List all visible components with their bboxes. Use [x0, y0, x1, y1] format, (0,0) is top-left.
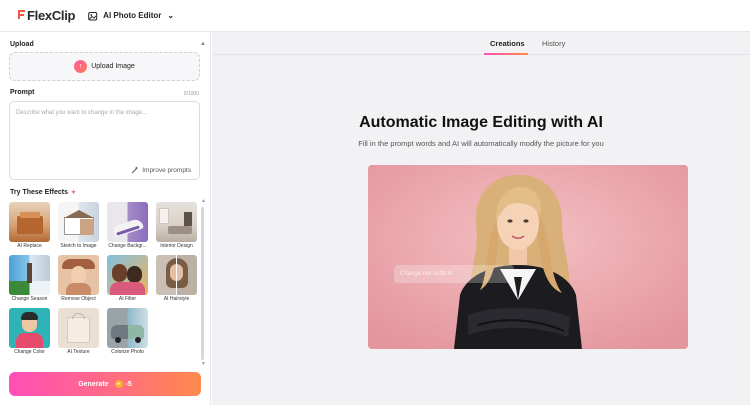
sparkle-icon: ✦	[70, 190, 76, 196]
effects-scrollbar[interactable]	[201, 207, 204, 360]
top-bar: FlexClip AI Photo Editor ⌄	[0, 0, 750, 32]
sample-preview-image: Change her outfit to	[368, 165, 688, 349]
effects-section-title: Try These Effects ✦	[10, 189, 76, 196]
effect-colorize-photo[interactable]: Colorize Photo	[107, 308, 148, 355]
effect-thumbnail	[107, 202, 148, 242]
effect-sketch-to-image[interactable]: Sketch to Image	[58, 202, 99, 249]
effect-change-season[interactable]: Change Season	[9, 255, 50, 302]
effects-title-text: Try These Effects	[10, 189, 68, 196]
left-panel: Upload ▲ ↑ Upload Image Prompt 0/1000 De…	[0, 32, 211, 405]
chevron-down-icon: ⌄	[167, 11, 175, 20]
prompt-placeholder: Describe what you want to change in the …	[16, 110, 148, 116]
scroll-up-arrow-icon[interactable]: ▲	[201, 198, 206, 204]
magic-wand-icon	[131, 166, 139, 174]
effect-label: Change Season	[11, 296, 48, 302]
effect-thumbnail	[58, 255, 99, 295]
improve-prompts-button[interactable]: Improve prompts	[131, 166, 191, 174]
page-subheadline: Fill in the prompt words and AI will aut…	[358, 139, 604, 148]
effect-thumbnail	[58, 308, 99, 348]
brand-name: FlexClip	[27, 8, 76, 23]
effect-label: Interior Design	[160, 243, 193, 249]
upload-image-label: Upload Image	[91, 63, 135, 70]
effect-thumbnail	[9, 255, 50, 295]
prompt-overlay-pill: Change her outfit to	[394, 265, 514, 283]
effect-ai-texture[interactable]: AI Texture	[58, 308, 99, 355]
effect-thumbnail	[107, 308, 148, 348]
logo-mark-icon	[17, 8, 26, 23]
generate-cost: -5	[125, 380, 132, 388]
effect-label: AI Hairstyle	[163, 296, 190, 302]
effect-ai-filter[interactable]: AI Filter	[107, 255, 148, 302]
tab-history[interactable]: History	[542, 39, 565, 48]
effect-thumbnail	[156, 255, 197, 295]
page-headline: Automatic Image Editing with AI	[359, 114, 603, 131]
prompt-char-counter: 0/1000	[183, 91, 199, 97]
effect-label: Change Backgr...	[108, 243, 147, 249]
credit-coin-icon: ●	[114, 380, 123, 388]
effect-label: Colorize Photo	[111, 349, 144, 355]
scroll-down-arrow-icon[interactable]: ▼	[201, 361, 206, 367]
effect-label: Change Color	[14, 349, 45, 355]
effect-label: AI Replace	[17, 243, 42, 249]
effect-ai-hairstyle[interactable]: AI Hairstyle	[156, 255, 197, 302]
effect-thumbnail	[58, 202, 99, 242]
improve-prompts-label: Improve prompts	[142, 166, 191, 174]
effect-label: Sketch to Image	[60, 243, 97, 249]
effect-label: AI Texture	[67, 349, 90, 355]
generate-button[interactable]: Generate ● -5	[9, 372, 201, 396]
effect-thumbnail	[9, 308, 50, 348]
effect-label: AI Filter	[118, 296, 137, 302]
portrait-illustration	[368, 165, 688, 349]
prompt-textarea[interactable]: Describe what you want to change in the …	[9, 101, 200, 180]
effect-interior-design[interactable]: Interior Design	[156, 202, 197, 249]
effect-remove-object[interactable]: Remove Object	[58, 255, 99, 302]
main-tabs: Creations History	[212, 32, 750, 55]
tool-name: AI Photo Editor	[103, 11, 162, 20]
effect-ai-replace[interactable]: AI Replace	[9, 202, 50, 249]
flexclip-logo[interactable]: FlexClip	[17, 8, 75, 23]
upload-image-button[interactable]: ↑ Upload Image	[9, 52, 200, 81]
upload-icon: ↑	[74, 60, 88, 73]
tab-creations[interactable]: Creations	[490, 39, 525, 48]
effect-change-background[interactable]: Change Backgr...	[107, 202, 148, 249]
active-tab-indicator	[484, 53, 528, 55]
effect-thumbnail	[9, 202, 50, 242]
generate-label: Generate	[78, 380, 109, 388]
tool-switcher[interactable]: AI Photo Editor ⌄	[88, 11, 174, 21]
effect-change-color[interactable]: Change Color	[9, 308, 50, 355]
effect-thumbnail	[107, 255, 148, 295]
caret-up-icon[interactable]: ▲	[200, 41, 206, 47]
main-area: Creations History Automatic Image Editin…	[212, 32, 750, 405]
prompt-section-title: Prompt	[10, 89, 35, 96]
effect-thumbnail	[156, 202, 197, 242]
upload-section-title: Upload	[10, 41, 34, 48]
photo-editor-icon	[88, 11, 98, 20]
effect-label: Remove Object	[61, 296, 96, 302]
